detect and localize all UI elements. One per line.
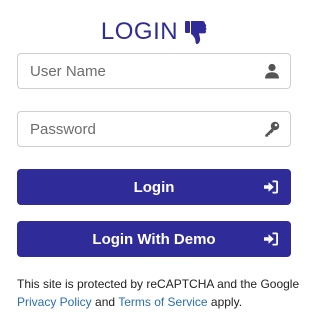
recaptcha-notice: This site is protected by reCAPTCHA and … (17, 275, 302, 311)
recaptcha-text: This site is protected by reCAPTCHA and … (17, 277, 300, 291)
username-field[interactable] (17, 53, 291, 89)
login-header: LOGIN (0, 16, 309, 48)
page-title: LOGIN (100, 18, 179, 45)
recaptcha-and-text: and (95, 295, 116, 309)
login-button-label: Login (133, 178, 175, 196)
login-page: LOGIN Login (0, 0, 309, 334)
terms-of-service-link[interactable]: Terms of Service (118, 295, 207, 309)
password-field[interactable] (17, 111, 291, 147)
sign-in-icon (263, 231, 279, 247)
demo-button-label: Login With Demo (92, 230, 216, 248)
username-input[interactable] (18, 54, 258, 88)
login-with-demo-button[interactable]: Login With Demo (17, 221, 291, 257)
login-button[interactable]: Login (17, 169, 291, 205)
recaptcha-apply-text: apply. (210, 295, 243, 309)
key-icon (264, 121, 280, 137)
privacy-policy-link[interactable]: Privacy Policy (17, 295, 92, 309)
password-input[interactable] (18, 112, 258, 146)
thumbs-down-icon (184, 20, 208, 46)
user-icon (264, 63, 280, 79)
sign-in-icon (263, 179, 279, 195)
